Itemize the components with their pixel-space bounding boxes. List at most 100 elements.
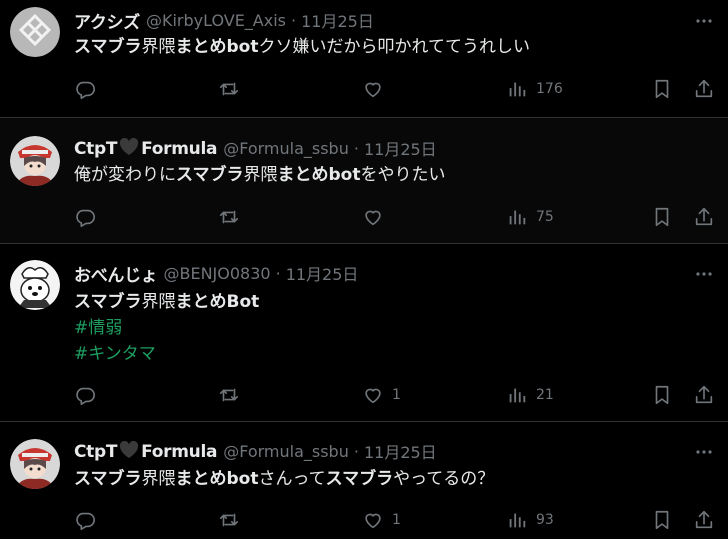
retweet-icon: [218, 206, 240, 228]
retweet-button[interactable]: [218, 508, 240, 532]
tweet[interactable]: おべんじょ @BENJO0830 · 11月25日 スマブラ界隈まとめBot #…: [0, 244, 728, 422]
text-segment: まとめbot: [175, 469, 259, 489]
like-icon: [362, 384, 384, 406]
text-segment: クソ嫌いだから叩かれててうれしい: [258, 37, 530, 57]
views-button[interactable]: 21: [506, 383, 554, 407]
text-segment: 界隈: [141, 469, 176, 489]
text-segment: 界隈: [141, 37, 176, 57]
text-segment: やってるの？: [393, 469, 495, 489]
bookmark-icon: [651, 206, 673, 228]
tweet-date[interactable]: 11月25日: [301, 8, 374, 32]
separator-dot: ·: [353, 441, 359, 461]
bookmark-button[interactable]: [651, 77, 673, 101]
reply-icon: [74, 78, 96, 100]
tweet[interactable]: アクシズ @KirbyLOVE_Axis · 11月25日 スマブラ界隈まとめb…: [0, 0, 728, 118]
retweet-button[interactable]: [218, 77, 240, 101]
tweet-text: スマブラ界隈まとめBot #情弱 #キンタマ: [74, 289, 259, 367]
like-button[interactable]: 1: [362, 508, 401, 532]
author-name-part: CtpT: [74, 138, 118, 159]
like-button[interactable]: 1: [362, 383, 401, 407]
black-heart-icon: [119, 137, 139, 156]
tweet-date[interactable]: 11月25日: [364, 439, 437, 463]
bookmark-icon: [651, 384, 673, 406]
share-button[interactable]: [693, 205, 715, 229]
like-count: 1: [392, 387, 401, 403]
retweet-icon: [218, 384, 240, 406]
reply-button[interactable]: [74, 508, 96, 532]
views-count: 176: [536, 81, 563, 97]
author-name[interactable]: CtpT Formula: [74, 440, 218, 462]
views-button[interactable]: 75: [506, 205, 554, 229]
like-count: 1: [392, 512, 401, 528]
separator-dot: ·: [275, 263, 281, 283]
like-icon: [362, 78, 384, 100]
tweet-date[interactable]: 11月25日: [364, 136, 437, 160]
text-segment: まとめbot: [277, 165, 361, 185]
author-name[interactable]: おべんじょ: [74, 261, 158, 286]
author-handle[interactable]: @KirbyLOVE_Axis: [146, 11, 286, 30]
bookmark-icon: [651, 78, 673, 100]
views-icon: [506, 78, 528, 100]
tweet-date[interactable]: 11月25日: [286, 261, 359, 285]
reply-icon: [74, 509, 96, 531]
views-button[interactable]: 93: [506, 508, 554, 532]
author-name-part: Formula: [141, 441, 218, 462]
share-icon: [693, 206, 715, 228]
text-segment: 界隈: [141, 292, 176, 312]
retweet-button[interactable]: [218, 383, 240, 407]
text-segment: スマブラ: [74, 292, 142, 312]
views-icon: [506, 509, 528, 531]
hashtag-link[interactable]: #キンタマ: [74, 341, 259, 367]
tweet-actions: 1 21: [74, 383, 728, 407]
tweet-text: 俺が変わりにスマブラ界隈まとめbotをやりたい: [74, 162, 445, 188]
author-name[interactable]: CtpT Formula: [74, 137, 217, 159]
black-heart-icon: [119, 440, 139, 459]
text-segment: まとめbot: [175, 37, 259, 57]
tweet-actions: 176: [74, 77, 728, 101]
reply-button[interactable]: [74, 77, 96, 101]
author-handle[interactable]: @BENJO0830: [164, 264, 271, 283]
avatar[interactable]: [10, 260, 60, 310]
avatar[interactable]: [10, 7, 60, 57]
views-count: 93: [536, 512, 554, 528]
like-button[interactable]: [362, 205, 392, 229]
share-button[interactable]: [693, 383, 715, 407]
author-name[interactable]: アクシズ: [74, 8, 140, 33]
views-button[interactable]: 176: [506, 77, 563, 101]
text-segment: スマブラ: [176, 165, 244, 185]
text-segment: 俺が変わりに: [74, 165, 176, 185]
separator-dot: ·: [291, 10, 297, 30]
more-icon[interactable]: [694, 442, 714, 462]
tweet-text: スマブラ界隈まとめbotクソ嫌いだから叩かれててうれしい: [74, 34, 530, 60]
reply-button[interactable]: [74, 205, 96, 229]
tweet[interactable]: CtpT Formula @Formula_ssbu · 11月25日 スマブラ 界…: [0, 422, 728, 539]
like-button[interactable]: [362, 77, 392, 101]
views-icon: [506, 384, 528, 406]
author-handle[interactable]: @Formula_ssbu: [223, 442, 349, 461]
text-segment: さんって: [258, 469, 326, 489]
text-segment: をやりたい: [360, 165, 446, 185]
bookmark-button[interactable]: [651, 205, 673, 229]
text-line: スマブラ界隈まとめBot: [74, 289, 259, 315]
share-button[interactable]: [693, 77, 715, 101]
avatar[interactable]: [10, 136, 60, 186]
views-count: 21: [536, 387, 554, 403]
hashtag-link[interactable]: #情弱: [74, 315, 259, 341]
retweet-button[interactable]: [218, 205, 240, 229]
text-segment: スマブラ: [74, 37, 142, 57]
like-icon: [362, 206, 384, 228]
more-icon[interactable]: [694, 11, 714, 31]
bookmark-button[interactable]: [651, 383, 673, 407]
reply-icon: [74, 384, 96, 406]
reply-button[interactable]: [74, 383, 96, 407]
author-handle[interactable]: @Formula_ssbu: [223, 139, 349, 158]
retweet-icon: [218, 78, 240, 100]
tweet[interactable]: CtpT Formula @Formula_ssbu · 11月25日 俺が変わり…: [0, 118, 728, 244]
like-icon: [362, 509, 384, 531]
avatar[interactable]: [10, 439, 60, 489]
share-button[interactable]: [693, 508, 715, 532]
views-icon: [506, 206, 528, 228]
text-segment: スマブラ: [325, 469, 394, 489]
bookmark-button[interactable]: [651, 508, 673, 532]
more-icon[interactable]: [694, 264, 714, 284]
